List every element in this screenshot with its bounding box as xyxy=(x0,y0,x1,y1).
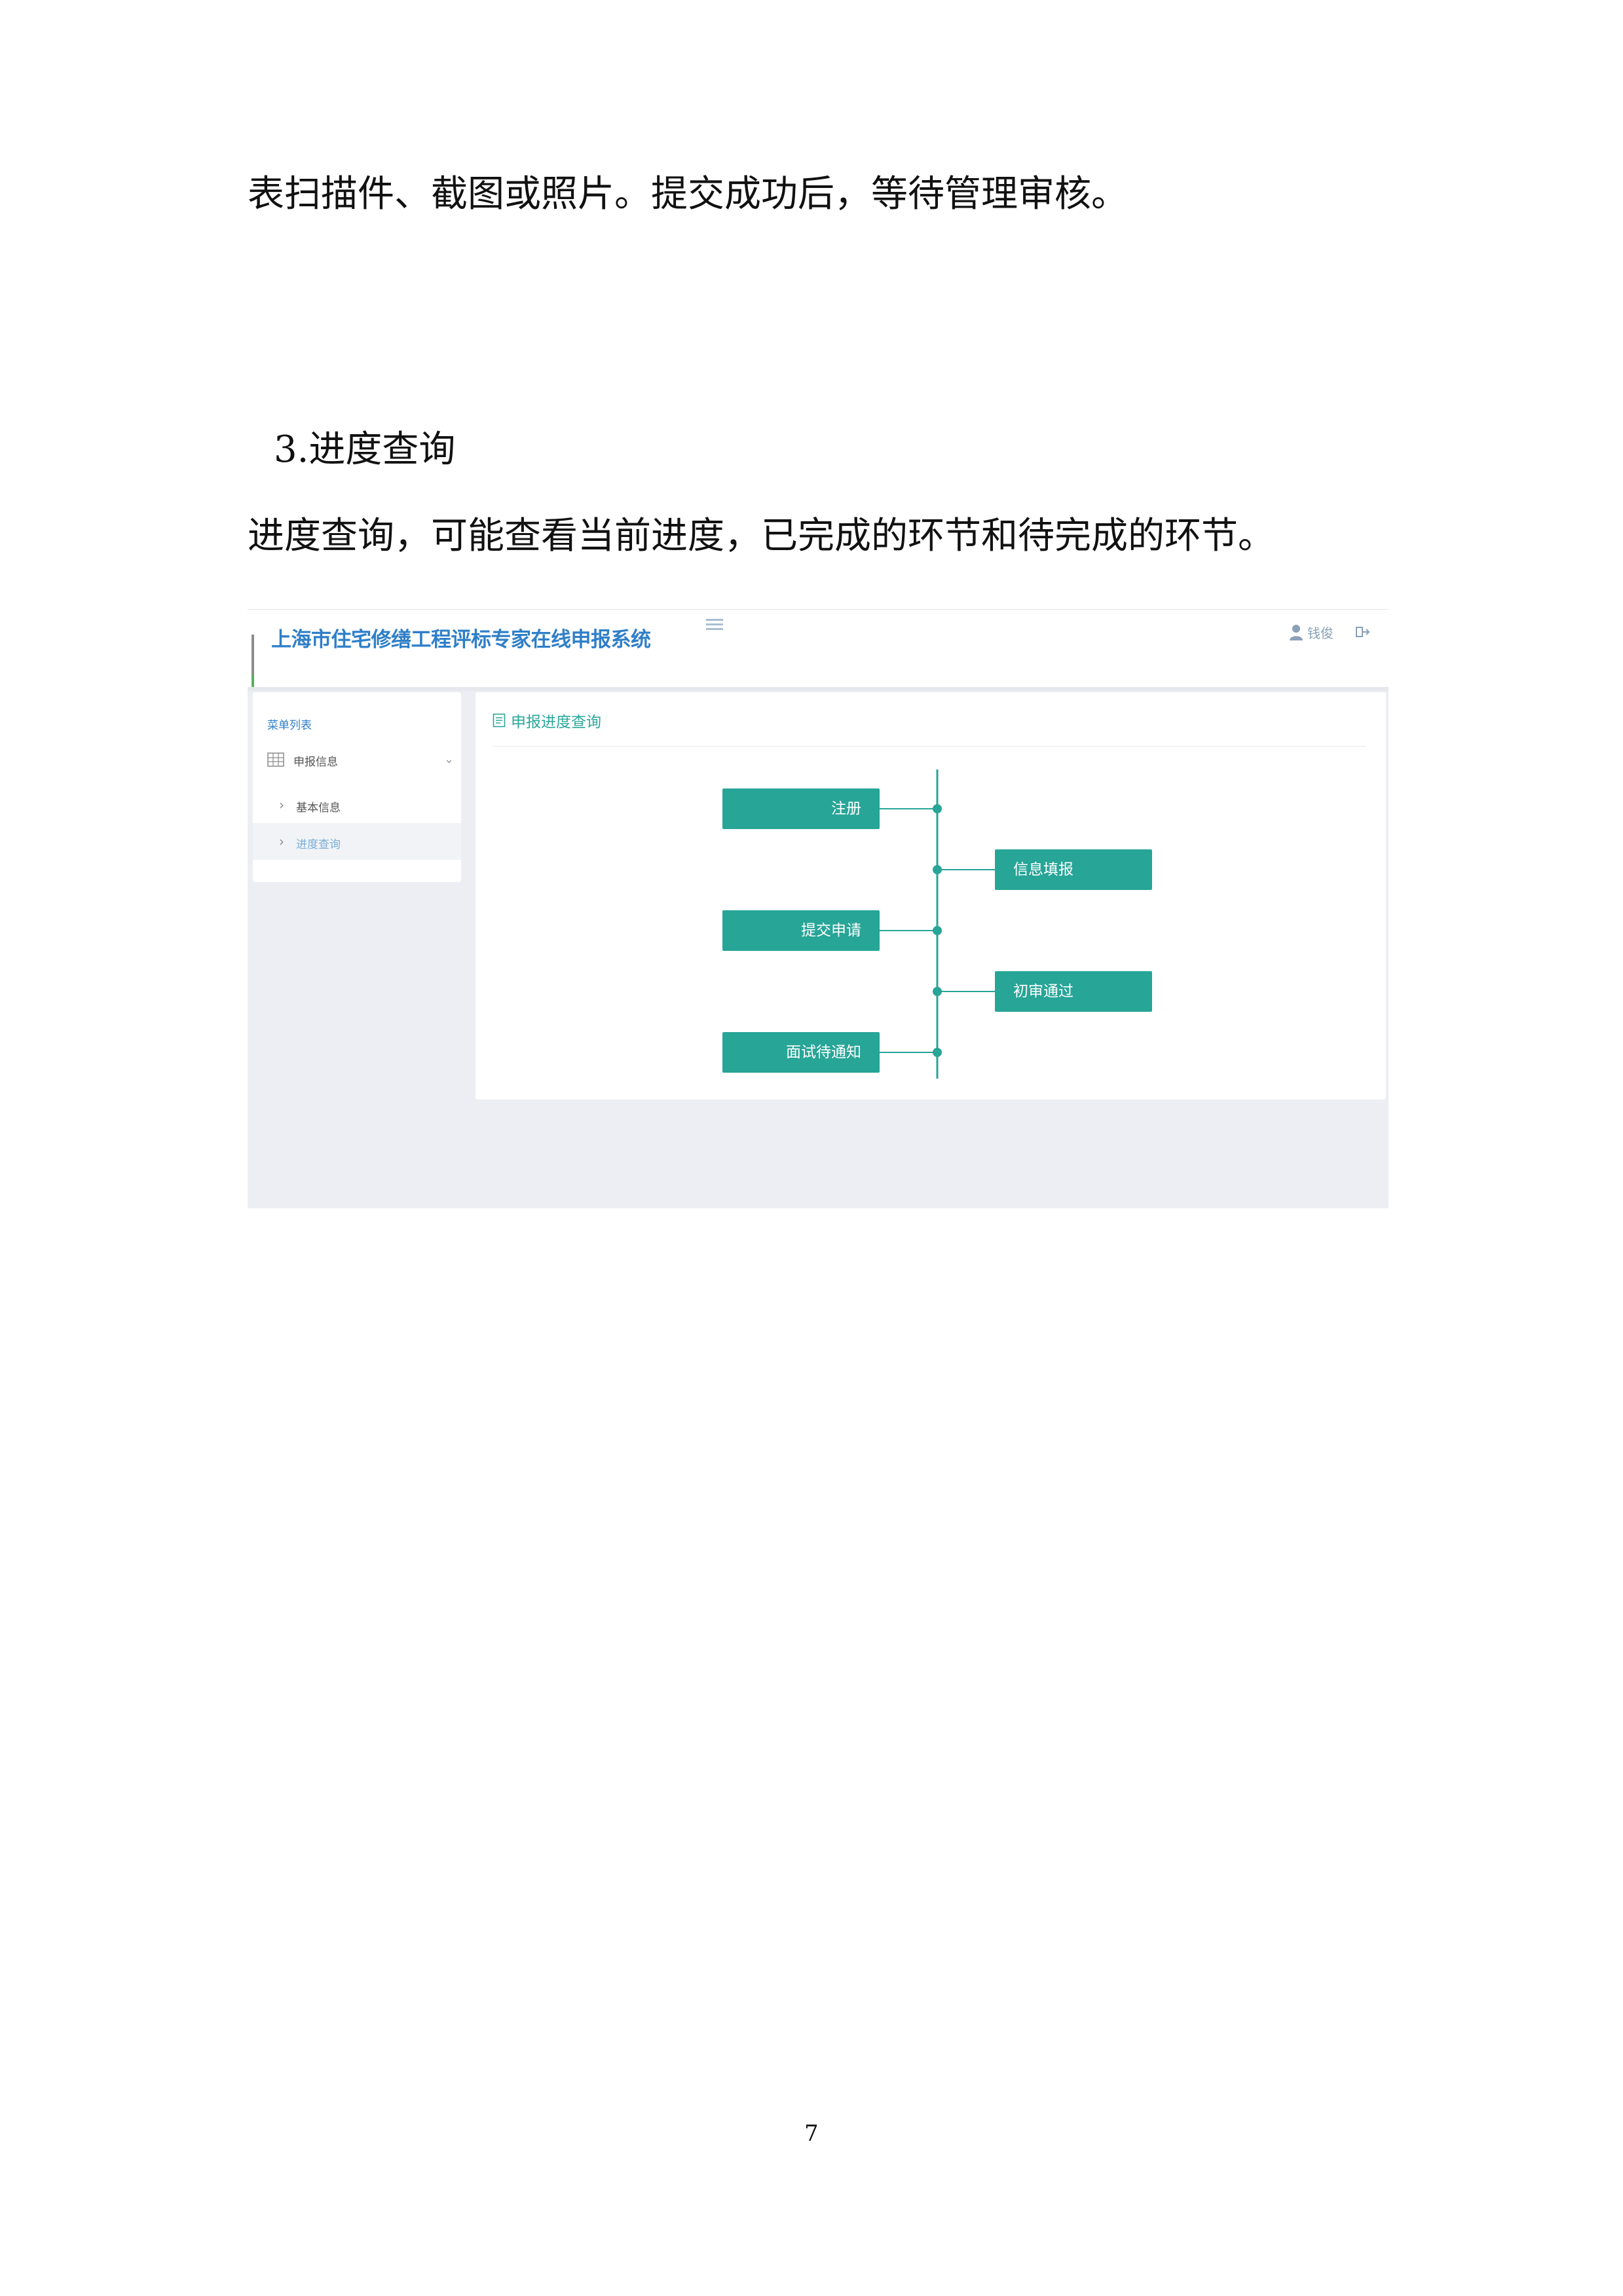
sidebar-item-label: 基本信息 xyxy=(296,802,341,815)
timeline-dot xyxy=(933,865,942,874)
sidebar-item-basic-info[interactable]: › 基本信息 xyxy=(253,787,461,823)
menu-group-application-info[interactable]: 申报信息 ⌄ xyxy=(267,751,457,772)
app-header: 上海市住宅修缮工程评标专家在线申报系统 钱俊 xyxy=(248,610,1389,691)
timeline-dot xyxy=(933,1048,942,1057)
timeline-dot xyxy=(933,804,942,813)
paragraph-upload-note: 表扫描件、截图或照片。提交成功后，等待管理审核。 xyxy=(248,173,1128,215)
section-heading-progress: 3.进度查询 xyxy=(274,428,456,471)
step-initial-review-passed: 初审通过 xyxy=(995,971,1152,1012)
step-interview-pending: 面试待通知 xyxy=(722,1032,880,1073)
step-submit-application: 提交申请 xyxy=(722,910,880,951)
main-content-panel: 申报进度查询 注册 信息填报 提交申请 初审通过 面试待通知 xyxy=(476,692,1386,1100)
app-title: 上海市住宅修缮工程评标专家在线申报系统 xyxy=(271,628,651,652)
menu-group-label: 申报信息 xyxy=(293,756,338,769)
user-name: 钱俊 xyxy=(1307,625,1334,641)
user-icon xyxy=(1290,624,1303,640)
chevron-right-icon: › xyxy=(279,797,284,813)
sidebar-item-progress-query[interactable]: › 进度查询 xyxy=(253,823,461,860)
page-number: 7 xyxy=(804,2120,819,2147)
step-register: 注册 xyxy=(722,788,880,829)
timeline-dot xyxy=(933,926,942,935)
progress-timeline: 注册 信息填报 提交申请 初审通过 面试待通知 xyxy=(476,692,1386,1100)
timeline-lines xyxy=(880,769,995,1079)
sidebar: 菜单列表 申报信息 ⌄ › 基本信息 › 进度查询 xyxy=(253,692,461,882)
sidebar-item-label: 进度查询 xyxy=(296,838,341,851)
paragraph-progress-description: 进度查询，可能查看当前进度，已完成的环节和待完成的环节。 xyxy=(248,515,1275,557)
timeline-dot xyxy=(933,987,942,996)
logout-icon[interactable] xyxy=(1356,625,1370,639)
grid-icon xyxy=(267,752,284,767)
step-info-filling: 信息填报 xyxy=(995,849,1152,890)
user-menu[interactable]: 钱俊 xyxy=(1289,623,1334,642)
embedded-screenshot: 上海市住宅修缮工程评标专家在线申报系统 钱俊 菜单列表 申报信息 ⌄ › 基本信… xyxy=(248,609,1389,1208)
header-left-bar-accent xyxy=(252,675,254,687)
chevron-down-icon: ⌄ xyxy=(444,752,455,766)
menu-title: 菜单列表 xyxy=(267,719,312,732)
hamburger-icon[interactable] xyxy=(706,619,723,632)
chevron-right-icon: › xyxy=(279,834,284,849)
